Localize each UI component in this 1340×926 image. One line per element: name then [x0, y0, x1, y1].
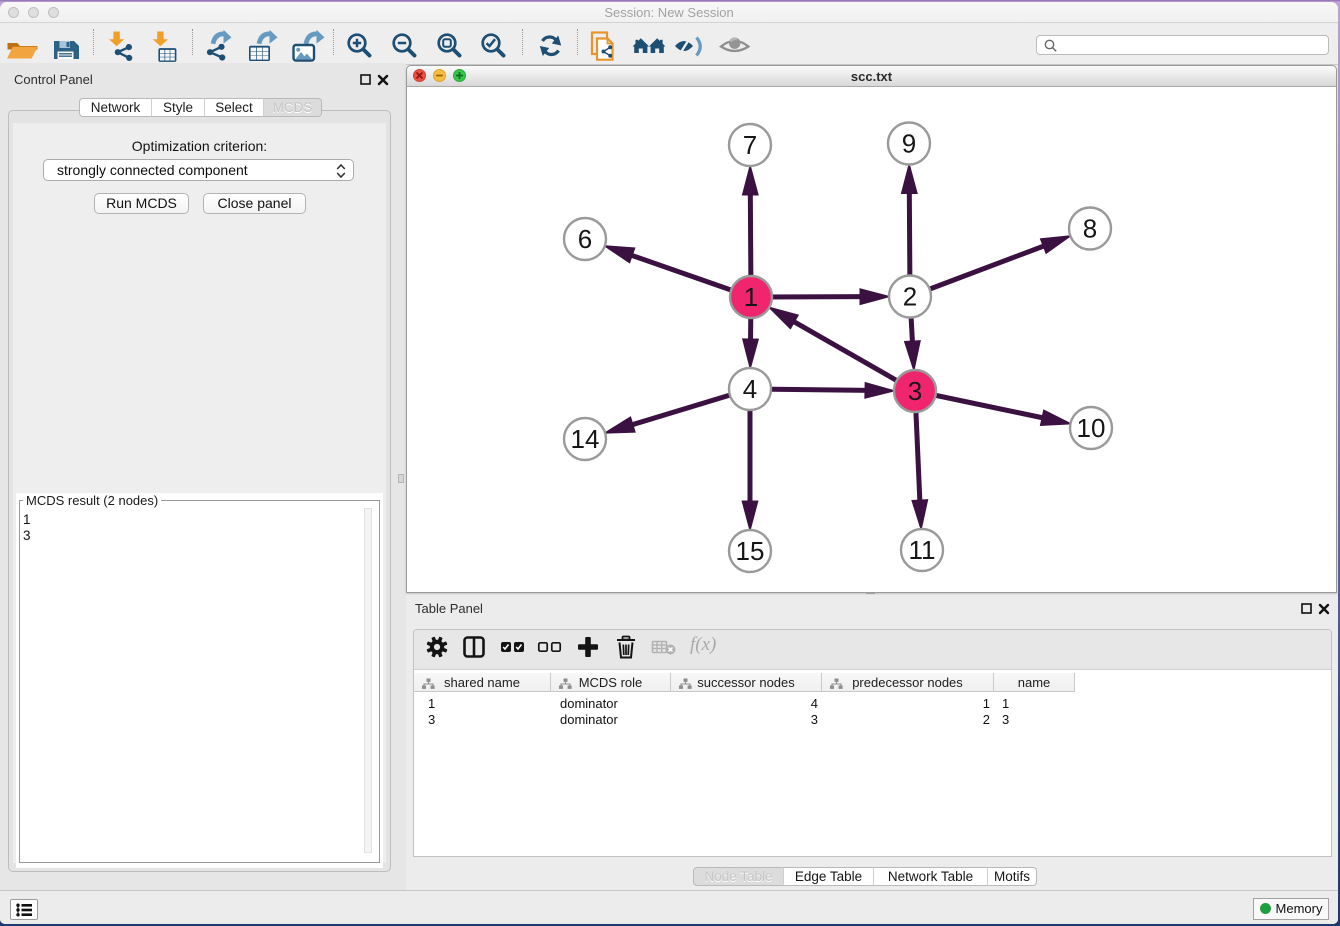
svg-text:4: 4	[743, 374, 757, 404]
svg-text:14: 14	[571, 424, 600, 454]
svg-text:2: 2	[903, 282, 917, 312]
svg-text:9: 9	[902, 129, 916, 159]
svg-text:15: 15	[736, 536, 765, 566]
svg-text:7: 7	[743, 130, 757, 160]
svg-text:3: 3	[908, 376, 922, 406]
svg-text:8: 8	[1083, 214, 1097, 244]
svg-text:11: 11	[909, 535, 936, 565]
svg-text:6: 6	[578, 224, 592, 254]
svg-text:10: 10	[1077, 413, 1106, 443]
svg-text:1: 1	[744, 282, 758, 312]
